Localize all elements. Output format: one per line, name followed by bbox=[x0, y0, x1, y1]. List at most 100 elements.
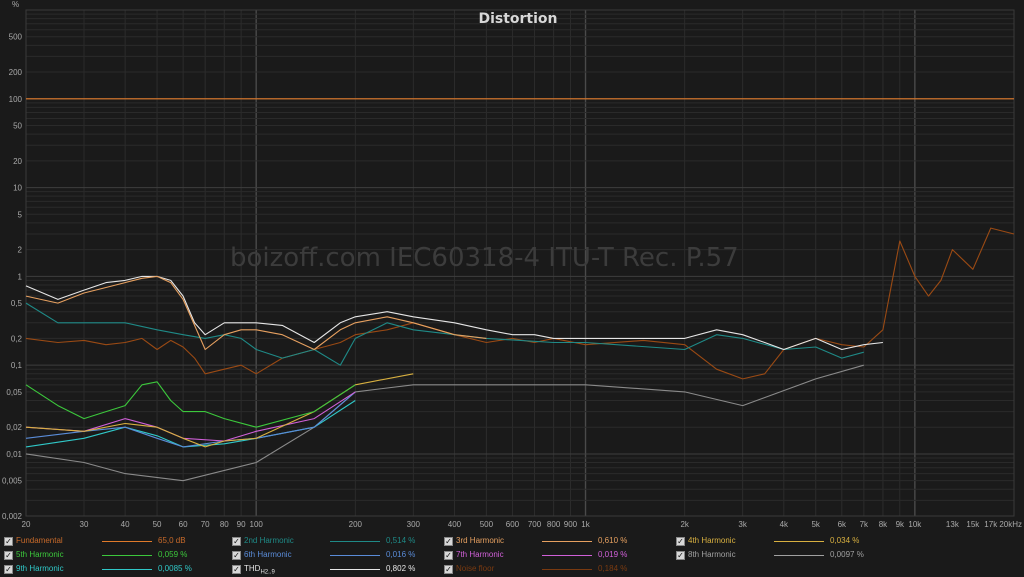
legend-item: ✓ Fundamental 65,0 dB bbox=[0, 535, 250, 549]
legend-checkbox[interactable]: ✓ bbox=[676, 537, 685, 546]
x-tick-label: 400 bbox=[448, 520, 462, 529]
y-tick-label: 10 bbox=[13, 184, 22, 193]
x-tick-label: 13k bbox=[946, 520, 960, 529]
legend-line-swatch bbox=[330, 555, 380, 556]
legend-checkbox[interactable]: ✓ bbox=[444, 551, 453, 560]
x-tick-label: 1k bbox=[581, 520, 590, 529]
legend-item: ✓ 3rd Harmonic 0,610 % bbox=[440, 535, 690, 549]
x-tick-label: 90 bbox=[237, 520, 246, 529]
legend-value: 0,802 % bbox=[386, 564, 416, 573]
chart-legend: ✓ Fundamental 65,0 dB ✓ 2nd Harmonic 0,514 % ✓… bbox=[0, 532, 1024, 577]
legend-row: ✓ 5th Harmonic 0,059 % ✓ 6th Harmonic 0,016 %… bbox=[0, 549, 1024, 563]
legend-line-swatch bbox=[774, 541, 824, 542]
legend-checkbox[interactable]: ✓ bbox=[232, 551, 241, 560]
y-tick-label: 1 bbox=[18, 272, 23, 281]
legend-series-name: 3rd Harmonic bbox=[456, 536, 505, 545]
legend-checkbox[interactable]: ✓ bbox=[676, 551, 685, 560]
legend-series-name: 7th Harmonic bbox=[456, 550, 504, 559]
x-tick-label: 2k bbox=[680, 520, 689, 529]
y-tick-label: 0,05 bbox=[6, 388, 22, 397]
legend-series-name: 6th Harmonic bbox=[244, 550, 292, 559]
legend-series-subscript: H2..9 bbox=[260, 569, 275, 576]
x-tick-label: 9k bbox=[896, 520, 905, 529]
legend-row: ✓ 9th Harmonic 0,0085 % ✓ THDH2..9 0,802 % ✓ No… bbox=[0, 563, 1024, 577]
legend-series-name: THDH2..9 bbox=[244, 564, 275, 576]
x-tick-label: 300 bbox=[407, 520, 421, 529]
x-tick-label: 600 bbox=[506, 520, 520, 529]
x-tick-label: 200 bbox=[349, 520, 363, 529]
legend-series-name: 9th Harmonic bbox=[16, 564, 64, 573]
x-tick-label: 7k bbox=[860, 520, 869, 529]
y-tick-label: 500 bbox=[9, 33, 23, 42]
legend-row: ✓ Fundamental 65,0 dB ✓ 2nd Harmonic 0,514 % ✓… bbox=[0, 535, 1024, 549]
legend-value: 0,059 % bbox=[158, 550, 188, 559]
y-tick-label: 0,2 bbox=[11, 334, 23, 343]
x-tick-label: 20 bbox=[22, 520, 31, 529]
legend-series-name: Fundamental bbox=[16, 536, 63, 545]
y-tick-label: 0,02 bbox=[6, 423, 22, 432]
y-tick-label: 0,1 bbox=[11, 361, 23, 370]
y-tick-label: 2 bbox=[18, 246, 23, 255]
y-tick-label: 0,5 bbox=[11, 299, 23, 308]
y-tick-label: 0,01 bbox=[6, 450, 22, 459]
x-tick-label: 20kHz bbox=[999, 520, 1022, 529]
x-tick-label: 100 bbox=[250, 520, 264, 529]
x-tick-label: 900 bbox=[564, 520, 578, 529]
legend-item: ✓ 5th Harmonic 0,059 % bbox=[0, 549, 250, 563]
legend-item: ✓ Noise floor 0,184 % bbox=[440, 563, 690, 577]
x-tick-label: 700 bbox=[528, 520, 542, 529]
x-tick-label: 15k bbox=[966, 520, 980, 529]
legend-checkbox[interactable]: ✓ bbox=[232, 565, 241, 574]
y-tick-label: 0,005 bbox=[2, 477, 23, 486]
legend-checkbox[interactable]: ✓ bbox=[4, 551, 13, 560]
legend-line-swatch bbox=[542, 541, 592, 542]
x-tick-label: 50 bbox=[153, 520, 162, 529]
legend-line-swatch bbox=[330, 569, 380, 570]
legend-line-swatch bbox=[774, 555, 824, 556]
chart-title: Distortion bbox=[478, 11, 557, 27]
legend-value: 0,514 % bbox=[386, 536, 416, 545]
legend-checkbox[interactable]: ✓ bbox=[4, 537, 13, 546]
legend-value: 0,0085 % bbox=[158, 564, 192, 573]
y-tick-label: 100 bbox=[9, 95, 23, 104]
legend-series-name: 5th Harmonic bbox=[16, 550, 64, 559]
x-tick-label: 30 bbox=[80, 520, 89, 529]
y-tick-label: 200 bbox=[9, 68, 23, 77]
x-tick-label: 4k bbox=[780, 520, 789, 529]
legend-checkbox[interactable]: ✓ bbox=[444, 565, 453, 574]
x-tick-label: 17k bbox=[984, 520, 998, 529]
x-tick-label: 60 bbox=[179, 520, 188, 529]
legend-line-swatch bbox=[102, 541, 152, 542]
legend-series-name: 8th Harmonic bbox=[688, 550, 736, 559]
legend-series-name: Noise floor bbox=[456, 564, 495, 573]
legend-value: 0,016 % bbox=[386, 550, 416, 559]
legend-checkbox[interactable]: ✓ bbox=[232, 537, 241, 546]
legend-value: 0,0097 % bbox=[830, 550, 864, 559]
legend-line-swatch bbox=[542, 555, 592, 556]
legend-item: ✓ 4th Harmonic 0,034 % bbox=[672, 535, 922, 549]
x-tick-label: 70 bbox=[201, 520, 210, 529]
x-tick-label: 6k bbox=[838, 520, 847, 529]
x-tick-label: 40 bbox=[121, 520, 130, 529]
y-tick-label: 0,002 bbox=[2, 512, 23, 521]
legend-checkbox[interactable]: ✓ bbox=[4, 565, 13, 574]
legend-line-swatch bbox=[102, 555, 152, 556]
legend-series-name: 2nd Harmonic bbox=[244, 536, 294, 545]
legend-item: ✓ 8th Harmonic 0,0097 % bbox=[672, 549, 922, 563]
x-tick-label: 10k bbox=[908, 520, 922, 529]
x-tick-label: 3k bbox=[738, 520, 747, 529]
legend-series-name: 4th Harmonic bbox=[688, 536, 736, 545]
legend-value: 0,184 % bbox=[598, 564, 628, 573]
x-tick-label: 8k bbox=[879, 520, 888, 529]
legend-value: 0,034 % bbox=[830, 536, 860, 545]
y-tick-label: 5 bbox=[18, 210, 23, 219]
legend-item: ✓ 9th Harmonic 0,0085 % bbox=[0, 563, 250, 577]
y-tick-label: 50 bbox=[13, 122, 22, 131]
x-tick-label: 800 bbox=[547, 520, 561, 529]
legend-value: 0,019 % bbox=[598, 550, 628, 559]
legend-checkbox[interactable]: ✓ bbox=[444, 537, 453, 546]
legend-line-swatch bbox=[102, 569, 152, 570]
distortion-chart: boizoff.com IEC60318-4 ITU-T Rec. P.57 5… bbox=[0, 0, 1024, 530]
legend-line-swatch bbox=[542, 569, 592, 570]
y-tick-label: 20 bbox=[13, 157, 22, 166]
